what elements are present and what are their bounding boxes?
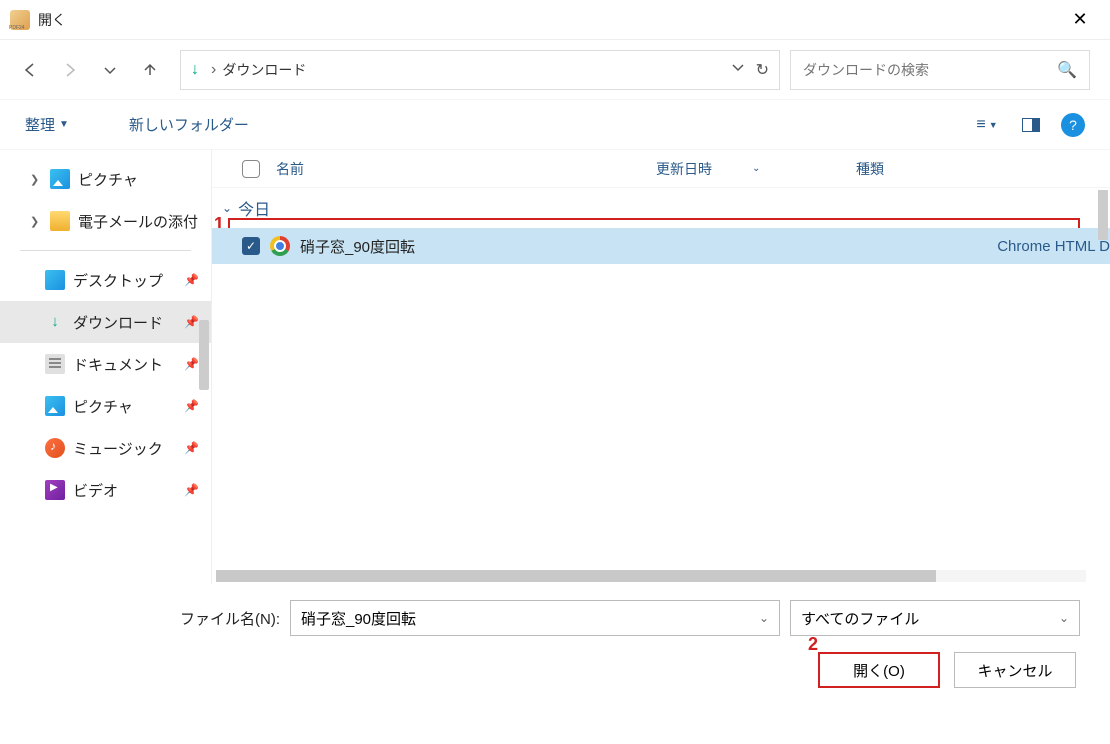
file-row[interactable]: ✓ 硝子窓_90度回転 Chrome HTML D [212,228,1110,264]
sidebar-scrollbar[interactable] [199,320,209,390]
pin-icon[interactable]: 📌 [184,399,199,413]
cancel-button[interactable]: キャンセル [954,652,1076,688]
annotation-2: 2 [808,634,818,655]
pictures-icon [45,396,65,416]
chevron-right-icon[interactable]: ❯ [30,173,42,186]
toolbar: 整理 ▼ 新しいフォルダー ≡ ▼ ? [0,100,1110,150]
open-button[interactable]: 開く(O) [818,652,940,688]
search-box[interactable]: 🔍 [790,50,1090,90]
organize-menu[interactable]: 整理 ▼ [25,114,69,135]
chevron-down-icon[interactable]: ⌄ [222,201,232,215]
sidebar-item-downloads[interactable]: ↓ ダウンロード 📌 [0,301,211,343]
chevron-down-icon[interactable]: ⌄ [1059,611,1069,625]
sidebar-label: ピクチャ [73,396,133,417]
sidebar-item-documents[interactable]: ドキュメント 📌 [0,343,211,385]
chrome-icon [270,236,290,256]
music-icon [45,438,65,458]
pin-icon[interactable]: 📌 [184,315,199,329]
chevron-down-icon[interactable]: ⌄ [759,611,769,625]
sidebar-item-video[interactable]: ビデオ 📌 [0,469,211,511]
sidebar-label: デスクトップ [73,270,163,291]
file-checkbox[interactable]: ✓ [242,237,260,255]
app-icon [10,10,30,30]
refresh-button[interactable]: ↻ [756,60,769,80]
pin-icon[interactable]: 📌 [184,441,199,455]
file-type-filter[interactable]: すべてのファイル ⌄ [790,600,1080,636]
column-headers: 名前 更新日時⌄ 種類 [212,150,1110,188]
pin-icon[interactable]: 📌 [184,273,199,287]
column-date[interactable]: 更新日時⌄ [656,159,856,179]
address-bar[interactable]: ↓ › ダウンロード ↻ [180,50,780,90]
window-title: 開く [38,10,1060,30]
sidebar-label: ミュージック [73,438,163,459]
column-type[interactable]: 種類 [856,159,884,179]
video-icon [45,480,65,500]
select-all-checkbox[interactable] [242,160,260,178]
close-button[interactable]: ✕ [1060,9,1100,30]
file-list: 名前 更新日時⌄ 種類 ⌄ 今日 1 ✓ 硝子窓_90度回転 Chrome HT… [212,150,1110,584]
filename-label: ファイル名(N): [180,608,280,629]
sidebar-label: ダウンロード [73,312,163,333]
sidebar-item-music[interactable]: ミュージック 📌 [0,427,211,469]
file-type: Chrome HTML D [997,238,1110,255]
folder-icon [50,211,70,231]
pin-icon[interactable]: 📌 [184,357,199,371]
tree-label: 電子メールの添付 [78,211,198,232]
search-input[interactable] [803,62,1057,78]
sidebar-item-pictures[interactable]: ピクチャ 📌 [0,385,211,427]
sidebar-divider [20,250,191,251]
horizontal-scrollbar[interactable] [216,570,1086,582]
forward-button[interactable] [60,60,80,80]
help-button[interactable]: ? [1061,113,1085,137]
search-icon[interactable]: 🔍 [1057,60,1077,80]
download-icon: ↓ [191,61,199,79]
scrollbar-thumb[interactable] [216,570,936,582]
title-bar: 開く ✕ [0,0,1110,40]
vertical-scrollbar[interactable] [1098,190,1108,240]
group-header-today[interactable]: ⌄ 今日 [212,188,1110,228]
view-menu[interactable]: ≡ ▼ [969,107,1005,143]
tree-item-email[interactable]: ❯ 電子メールの添付 [0,200,211,242]
filename-input[interactable]: 硝子窓_90度回転 ⌄ [290,600,780,636]
download-icon: ↓ [45,312,65,332]
column-name[interactable]: 名前 [276,159,656,179]
preview-pane-button[interactable] [1013,107,1049,143]
path-separator: › [211,61,216,79]
tree-item-pictures[interactable]: ❯ ピクチャ [0,158,211,200]
nav-bar: ↓ › ダウンロード ↻ 🔍 [0,40,1110,100]
sidebar-label: ビデオ [73,480,118,501]
path-segment[interactable]: ダウンロード [222,60,719,80]
sidebar-label: ドキュメント [73,354,163,375]
sidebar-item-desktop[interactable]: デスクトップ 📌 [0,259,211,301]
path-dropdown[interactable] [730,59,746,80]
desktop-icon [45,270,65,290]
pin-icon[interactable]: 📌 [184,483,199,497]
new-folder-button[interactable]: 新しいフォルダー [129,114,249,135]
recent-dropdown[interactable] [100,60,120,80]
back-button[interactable] [20,60,40,80]
chevron-right-icon[interactable]: ❯ [30,215,42,228]
document-icon [45,354,65,374]
pictures-icon [50,169,70,189]
file-name: 硝子窓_90度回転 [300,236,997,257]
footer: ファイル名(N): 硝子窓_90度回転 ⌄ すべてのファイル ⌄ 2 開く(O)… [0,584,1110,704]
up-button[interactable] [140,60,160,80]
sidebar: ❯ ピクチャ ❯ 電子メールの添付 デスクトップ 📌 ↓ ダウンロード 📌 ドキ [0,150,212,584]
tree-label: ピクチャ [78,169,138,190]
